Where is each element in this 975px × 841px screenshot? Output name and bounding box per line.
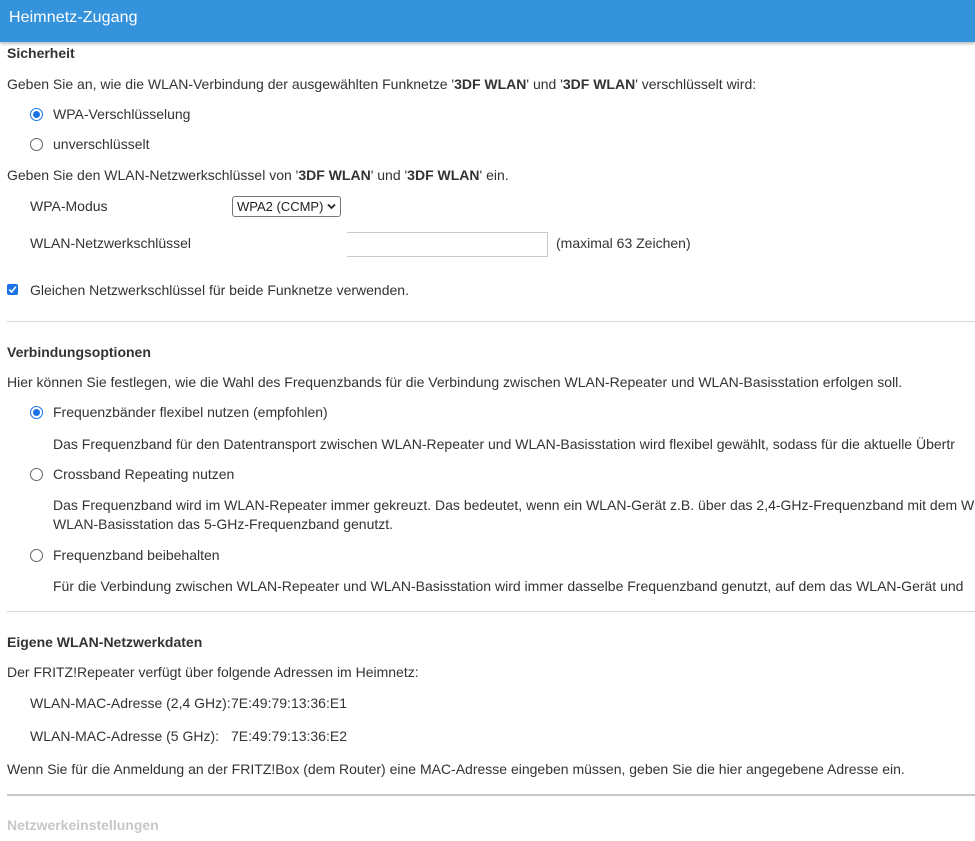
radio-keep-band[interactable] bbox=[30, 549, 43, 562]
network-key-label: WLAN-Netzwerkschlüssel bbox=[30, 235, 192, 251]
flexible-bands-description: Das Frequenzband für den Datentransport … bbox=[53, 436, 955, 452]
crossband-description-line2: WLAN-Basisstation das 5-GHz-Frequenzband… bbox=[53, 516, 394, 532]
radio-label-flexible-bands[interactable]: Frequenzbänder flexibel nutzen (empfohle… bbox=[53, 404, 328, 420]
radio-label-keep-band[interactable]: Frequenzband beibehalten bbox=[53, 547, 220, 563]
radio-flexible-bands[interactable] bbox=[30, 406, 43, 419]
radio-unencrypted[interactable] bbox=[30, 138, 43, 151]
divider bbox=[7, 794, 975, 796]
chevron-down-icon bbox=[327, 203, 336, 210]
same-key-checkbox[interactable] bbox=[7, 284, 18, 295]
section-heading-connection: Verbindungsoptionen bbox=[7, 344, 151, 360]
divider bbox=[7, 611, 975, 612]
radio-label-crossband-repeating[interactable]: Crossband Repeating nutzen bbox=[53, 466, 234, 482]
keep-band-description: Für die Verbindung zwischen WLAN-Repeate… bbox=[53, 578, 964, 594]
key-instruction: Geben Sie den WLAN-Netzwerkschlüssel von… bbox=[7, 167, 509, 183]
wpa-mode-label: WPA-Modus bbox=[30, 198, 108, 214]
mac-usage-note: Wenn Sie für die Anmeldung an der FRITZ!… bbox=[7, 761, 905, 777]
wpa-mode-value: WPA2 (CCMP) bbox=[237, 199, 324, 214]
security-intro: Geben Sie an, wie die WLAN-Verbindung de… bbox=[7, 76, 757, 92]
connection-intro: Hier können Sie festlegen, wie die Wahl … bbox=[7, 374, 903, 390]
mac-24ghz-label: WLAN-MAC-Adresse (2,4 GHz): bbox=[30, 695, 231, 711]
section-heading-security: Sicherheit bbox=[7, 45, 75, 61]
radio-wpa-encryption[interactable] bbox=[30, 108, 43, 121]
radio-label-unencrypted[interactable]: unverschlüsselt bbox=[53, 136, 150, 152]
section-heading-network-settings: Netzwerkeinstellungen bbox=[7, 817, 159, 833]
page-title: Heimnetz-Zugang bbox=[9, 9, 138, 26]
radio-label-wpa-encryption[interactable]: WPA-Verschlüsselung bbox=[53, 106, 190, 122]
wpa-mode-select[interactable]: WPA2 (CCMP) bbox=[232, 196, 341, 217]
crossband-description-line1: Das Frequenzband wird im WLAN-Repeater i… bbox=[53, 497, 975, 513]
own-data-intro: Der FRITZ!Repeater verfügt über folgende… bbox=[7, 664, 419, 680]
same-key-label[interactable]: Gleichen Netzwerkschlüssel für beide Fun… bbox=[30, 282, 409, 298]
mac-5ghz-value: 7E:49:79:13:36:E2 bbox=[231, 728, 347, 744]
checkmark-icon bbox=[8, 286, 17, 294]
section-heading-own-data: Eigene WLAN-Netzwerkdaten bbox=[7, 634, 203, 650]
title-bar: Heimnetz-Zugang bbox=[0, 0, 975, 42]
divider bbox=[7, 321, 975, 322]
network-key-input[interactable] bbox=[347, 232, 548, 257]
radio-crossband-repeating[interactable] bbox=[30, 468, 43, 481]
network-key-hint: (maximal 63 Zeichen) bbox=[556, 235, 691, 251]
mac-5ghz-label: WLAN-MAC-Adresse (5 GHz): bbox=[30, 728, 220, 744]
mac-24ghz-value: 7E:49:79:13:36:E1 bbox=[231, 695, 347, 711]
